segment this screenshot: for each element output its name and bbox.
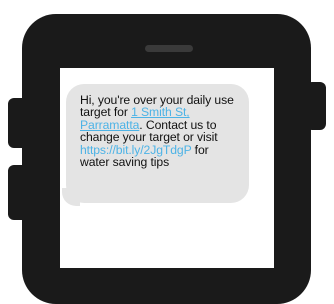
- message-text: Hi, you're over your daily use target fo…: [80, 94, 241, 169]
- speaker-grille: [145, 45, 193, 52]
- phone-screen: Hi, you're over your daily use target fo…: [60, 68, 274, 268]
- sms-message-bubble: Hi, you're over your daily use target fo…: [66, 84, 249, 203]
